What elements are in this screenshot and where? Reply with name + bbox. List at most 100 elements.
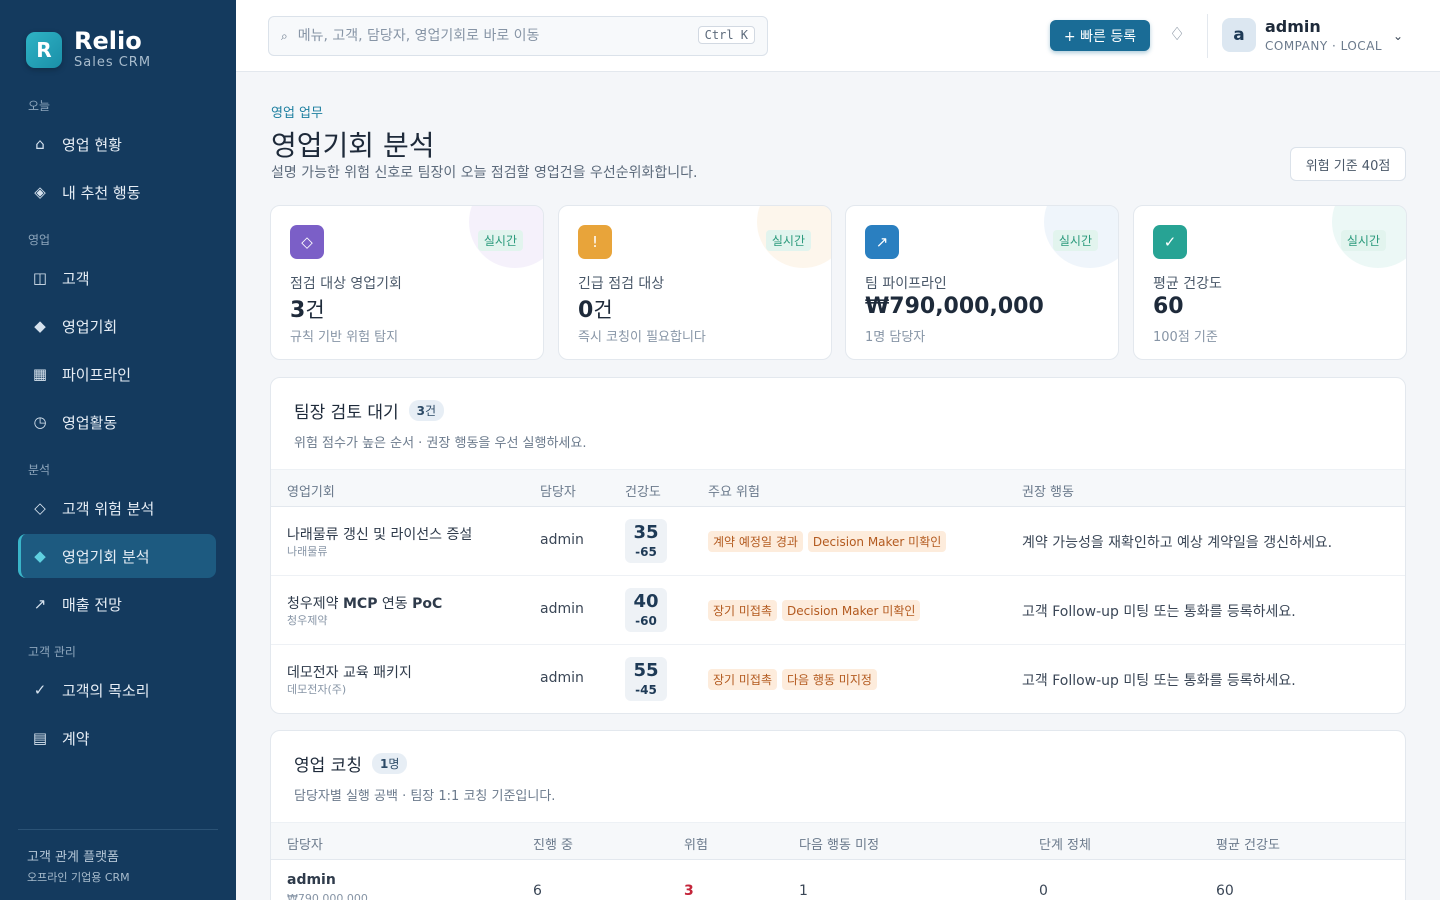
column-header[interactable]: 위험 [684,834,708,853]
sidebar-item-label: 계약 [62,729,90,748]
opportunity-name[interactable]: 데모전자 교육 패키지 [287,662,412,682]
stat-subtext: 100점 기준 [1153,330,1218,345]
nav-section-analysis: 분석 [28,463,51,477]
sidebar-item-opportunities[interactable]: ◆ 영업기회 [18,304,216,348]
column-header[interactable]: 주요 위험 [708,481,760,500]
clock-icon: ◷ [33,413,47,431]
coaching-panel: 영업 코칭 1명 담당자별 실행 공백 · 팀장 1:1 코칭 기준입니다. 담… [270,730,1406,900]
stat-value: ₩790,000,000 [865,294,1044,319]
risk-threshold-button[interactable]: 위험 기준 40점 [1290,147,1406,181]
opportunity-name[interactable]: 청우제약 MCP 연동 PoC [287,593,442,613]
column-header[interactable]: 담당자 [540,481,576,500]
sidebar-item-label: 고객 위험 분석 [62,499,155,518]
risk-tag: 장기 미접촉 [708,600,778,621]
table-row[interactable]: 청우제약 MCP 연동 PoC 청우제약 admin 40 -60 장기 미접촉… [271,576,1405,645]
column-header[interactable]: 평균 건강도 [1216,834,1280,853]
page-title: 영업기회 분석 [271,129,435,162]
risk-count: 3 [684,883,694,899]
table-row[interactable]: admin ₩790,000,000 6 3 1 0 60 [271,860,1405,900]
opportunity-name[interactable]: 나래물류 갱신 및 라이선스 증설 [287,524,472,544]
column-header[interactable]: 권장 행동 [1022,481,1074,500]
notification-icon[interactable]: ♢ [1169,24,1185,45]
sidebar-item-pipeline[interactable]: ▦ 파이프라인 [18,352,216,396]
brand-logo: R [26,32,62,68]
search-box[interactable]: ⌕ Ctrl K [268,16,768,56]
panel-title: 영업 코칭 1명 [294,751,408,776]
search-input[interactable] [297,28,678,44]
brand-name: Relio [74,27,142,55]
nav-section-today: 오늘 [28,99,51,113]
health-score: 35 -65 [625,519,667,563]
sidebar-footer: 고객 관계 플랫폼 오프라인 기업용 CRM [18,829,218,885]
customer-name: 나래물류 [287,545,328,558]
breadcrumb[interactable]: 영업 업무 [271,102,323,121]
chevron-down-icon[interactable]: ⌄ [1393,29,1403,43]
live-badge: 실시간 [1052,230,1098,251]
diamond-outline-icon: ◇ [34,499,46,517]
brand[interactable]: R Relio Sales CRM [26,28,151,72]
sidebar-item-label: 고객의 목소리 [62,681,150,700]
trend-up-icon: ↗ [865,225,899,259]
column-header[interactable]: 담당자 [287,834,323,853]
column-header[interactable]: 진행 중 [533,834,573,853]
risk-tag: 장기 미접촉 [708,669,778,690]
check-icon: ✓ [1153,225,1187,259]
table-row[interactable]: 나래물류 갱신 및 라이선스 증설 나래물류 admin 35 -65 계약 예… [271,507,1405,576]
no-next-action-count: 1 [799,883,808,899]
recommended-action: 계약 가능성을 재확인하고 예상 계약일을 갱신하세요. [1022,535,1333,551]
sidebar-item-customers[interactable]: ◫ 고객 [18,256,216,300]
customer-name: 청우제약 [287,614,328,627]
grid-icon: ▦ [32,365,48,383]
footer-line-2: 오프라인 기업용 CRM [27,871,130,884]
panel-description: 담당자별 실행 공백 · 팀장 1:1 코칭 기준입니다. [294,789,556,804]
stat-card-review-targets: ◇ 실시간 점검 대상 영업기회 3건 규칙 기반 위험 탐지 [270,205,544,360]
count-badge: 3건 [408,400,445,421]
live-badge: 실시간 [1340,230,1386,251]
sidebar-item-voice-of-customer[interactable]: ✓ 고객의 목소리 [18,668,216,712]
document-icon: ▤ [32,729,48,747]
sidebar-item-dashboard[interactable]: ⌂ 영업 현황 [18,122,216,166]
avatar[interactable]: a [1222,18,1256,52]
stat-label: 점검 대상 영업기회 [290,276,402,292]
stalled-count: 0 [1039,883,1048,899]
sidebar-item-customer-risk[interactable]: ◇ 고객 위험 분석 [18,486,216,530]
live-badge: 실시간 [765,230,811,251]
column-header[interactable]: 다음 행동 미정 [799,834,879,853]
sidebar-item-forecast[interactable]: ↗ 매출 전망 [18,582,216,626]
owner-name[interactable]: admin [287,872,336,888]
column-header[interactable]: 건강도 [625,481,661,500]
live-badge: 실시간 [477,230,523,251]
sidebar-item-recommended-actions[interactable]: ◈ 내 추천 행동 [18,170,216,214]
sidebar-item-contracts[interactable]: ▤ 계약 [18,716,216,760]
sidebar-item-label: 매출 전망 [62,595,122,614]
panel-title: 팀장 검토 대기 3건 [294,398,445,423]
owner-pipeline: ₩790,000,000 [287,892,368,900]
sidebar-item-activities[interactable]: ◷ 영업활동 [18,400,216,444]
diamond-filled-icon: ◆ [34,317,46,335]
column-header[interactable]: 단계 정체 [1039,834,1091,853]
stat-label: 긴급 점검 대상 [578,276,665,292]
sidebar-item-label: 영업기회 [62,317,118,336]
table-row[interactable]: 데모전자 교육 패키지 데모전자(주) admin 55 -45 장기 미접촉 … [271,645,1405,713]
quick-add-button[interactable]: + 빠른 등록 [1050,20,1150,51]
stat-value: 0건 [578,298,613,323]
book-icon: ◫ [32,269,48,287]
stat-subtext: 규칙 기반 위험 탐지 [290,330,399,345]
sidebar-item-label: 파이프라인 [62,365,132,384]
stat-subtext: 즉시 코칭이 필요합니다 [578,330,706,345]
sidebar: R Relio Sales CRM 오늘 ⌂ 영업 현황 ◈ 내 추천 행동 영… [0,0,236,900]
recommended-action: 고객 Follow-up 미팅 또는 통화를 등록하세요. [1022,604,1296,620]
stat-value: 60 [1153,294,1184,319]
diamond-icon: ◈ [34,183,46,201]
user-name[interactable]: admin [1265,17,1321,36]
sidebar-item-label: 고객 [62,269,90,288]
avg-health: 60 [1216,883,1234,899]
column-header[interactable]: 영업기회 [287,481,335,500]
sidebar-item-label: 영업기회 분석 [62,547,150,566]
sidebar-item-opportunity-analysis[interactable]: ◆ 영업기회 분석 [18,534,216,578]
header-divider [1207,14,1208,58]
count-badge: 1명 [371,753,408,774]
sidebar-item-label: 영업활동 [62,413,118,432]
health-score: 40 -60 [625,588,667,632]
recommended-action: 고객 Follow-up 미팅 또는 통화를 등록하세요. [1022,673,1296,689]
